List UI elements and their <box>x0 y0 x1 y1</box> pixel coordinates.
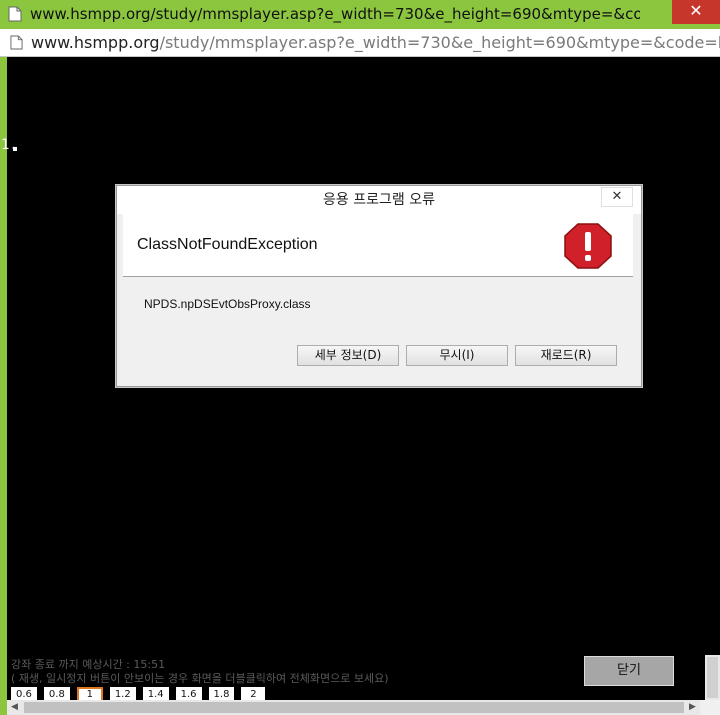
horizontal-scroll-thumb[interactable] <box>24 702 684 713</box>
window-title-bar: www.hsmpp.org/study/mmsplayer.asp?e_widt… <box>0 0 720 28</box>
hint-text: ( 재생, 일시정지 버튼이 안보이는 경우 화면을 더블클릭하여 전체화면으로… <box>11 672 389 685</box>
url-path: /study/mmsplayer.asp?e_width=730&e_heigh… <box>159 33 720 52</box>
error-heading: ClassNotFoundException <box>137 236 318 253</box>
vertical-scroll-thumb[interactable] <box>707 657 718 698</box>
page-icon <box>8 6 22 22</box>
close-player-button[interactable]: 닫기 <box>584 656 674 686</box>
vertical-scrollbar[interactable] <box>705 655 720 700</box>
scrollbar-corner <box>700 700 720 715</box>
dialog-header: ClassNotFoundException <box>123 214 633 277</box>
dialog-title: 응용 프로그램 오류 <box>117 186 641 214</box>
url-host: www.hsmpp.org <box>30 33 160 52</box>
marker-dot <box>13 147 17 151</box>
reload-button[interactable]: 재로드(R) <box>515 345 617 366</box>
page-icon <box>10 35 23 50</box>
window-title: www.hsmpp.org/study/mmsplayer.asp?e_widt… <box>30 5 640 23</box>
url-text[interactable]: www.hsmpp.org/study/mmsplayer.asp?e_widt… <box>31 33 720 52</box>
ignore-button[interactable]: 무시(I) <box>406 345 508 366</box>
error-dialog: 응용 프로그램 오류 ✕ ClassNotFoundException NPDS… <box>116 185 642 387</box>
horizontal-scrollbar[interactable]: ◀ ▶ <box>7 700 700 715</box>
scroll-right-arrow-icon[interactable]: ▶ <box>685 700 700 715</box>
error-octagon-icon <box>564 223 612 269</box>
error-message: NPDS.npDSEvtObsProxy.class <box>144 297 311 311</box>
dialog-close-button[interactable]: ✕ <box>601 187 633 207</box>
scroll-left-arrow-icon[interactable]: ◀ <box>7 700 22 715</box>
address-bar[interactable]: www.hsmpp.org/study/mmsplayer.asp?e_widt… <box>0 29 720 57</box>
details-button[interactable]: 세부 정보(D) <box>297 345 399 366</box>
window-close-button[interactable]: ✕ <box>672 0 720 24</box>
